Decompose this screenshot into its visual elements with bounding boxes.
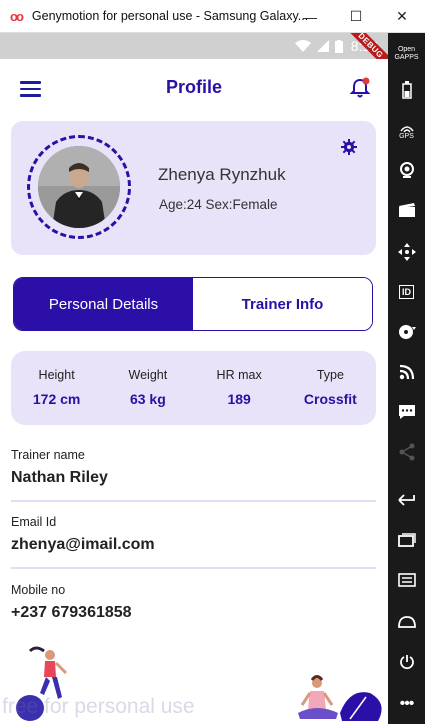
genymotion-logo-icon: oo bbox=[10, 8, 24, 24]
gps-widget-icon[interactable]: GPS bbox=[388, 119, 425, 143]
recent-apps-icon[interactable] bbox=[388, 529, 425, 551]
email-field: Email Id zhenya@imail.com bbox=[11, 515, 376, 554]
message-icon[interactable] bbox=[388, 401, 425, 423]
stat-height: Height 172 cm bbox=[11, 351, 102, 425]
yoga-woman-icon bbox=[298, 675, 382, 721]
stat-type: Type Crossfit bbox=[285, 351, 376, 425]
stats-card: Height 172 cm Weight 63 kg HR max 189 Ty… bbox=[11, 351, 376, 425]
tab-personal-details[interactable]: Personal Details bbox=[14, 278, 193, 330]
gps-label: GPS bbox=[399, 132, 414, 140]
open-gapps-button[interactable]: Open GAPPS bbox=[388, 43, 425, 65]
stat-value: 172 cm bbox=[32, 391, 81, 407]
menu-icon[interactable] bbox=[388, 569, 425, 591]
emulator-sidebar: Open GAPPS GPS ID ••• bbox=[388, 33, 425, 724]
close-button[interactable]: ✕ bbox=[379, 0, 425, 33]
settings-gear-icon[interactable] bbox=[341, 139, 357, 155]
avatar-ring bbox=[27, 135, 131, 239]
camera-widget-icon[interactable] bbox=[388, 159, 425, 181]
stat-label: Weight bbox=[128, 368, 168, 382]
profile-name: Zhenya Rynzhuk bbox=[158, 165, 286, 184]
person-photo-icon bbox=[38, 146, 120, 228]
network-rss-icon[interactable] bbox=[388, 361, 425, 383]
stat-label: Height bbox=[38, 368, 75, 382]
stat-label: Type bbox=[316, 368, 344, 382]
wifi-icon bbox=[294, 40, 311, 52]
stat-value: 63 kg bbox=[129, 391, 166, 407]
trainer-name-field: Trainer name Nathan Riley bbox=[11, 448, 376, 487]
move-dpad-icon[interactable] bbox=[388, 241, 425, 263]
stat-hr-max: HR max 189 bbox=[194, 351, 285, 425]
device-id-icon[interactable]: ID bbox=[388, 281, 425, 303]
stat-value: Crossfit bbox=[303, 391, 357, 407]
window-title: Genymotion for personal use - Samsung Ga… bbox=[31, 9, 309, 23]
divider bbox=[11, 567, 376, 569]
field-value: +237 679361858 bbox=[11, 604, 132, 621]
stat-weight: Weight 63 kg bbox=[102, 351, 193, 425]
disk-io-icon[interactable] bbox=[388, 321, 425, 343]
stat-label: HR max bbox=[216, 368, 262, 382]
minimize-button[interactable]: — bbox=[287, 0, 333, 33]
field-value: zhenya@imail.com bbox=[11, 536, 155, 553]
status-bar: 8:12 DEBUG bbox=[0, 33, 388, 78]
tab-trainer-info[interactable]: Trainer Info bbox=[193, 278, 372, 330]
back-icon[interactable] bbox=[388, 489, 425, 511]
stat-value: 189 bbox=[227, 391, 251, 407]
share-icon[interactable] bbox=[388, 441, 425, 463]
video-capture-icon[interactable] bbox=[388, 199, 425, 221]
field-label: Mobile no bbox=[11, 583, 66, 597]
page-title: Profile bbox=[165, 77, 222, 97]
notification-bell-icon[interactable] bbox=[349, 77, 371, 99]
profile-card: Zhenya Rynzhuk Age:24 Sex:Female bbox=[11, 121, 376, 255]
profile-age-sex: Age:24 Sex:Female bbox=[159, 197, 278, 212]
more-options-icon[interactable]: ••• bbox=[388, 693, 425, 715]
field-label: Trainer name bbox=[11, 448, 85, 462]
app-bar: Profile bbox=[0, 59, 388, 119]
signal-icon bbox=[316, 40, 329, 52]
maximize-button[interactable]: ☐ bbox=[333, 0, 379, 33]
field-label: Email Id bbox=[11, 515, 57, 529]
profile-tabs: Personal Details Trainer Info bbox=[13, 277, 373, 331]
device-screen: 8:12 DEBUG Profile bbox=[0, 33, 388, 724]
divider bbox=[11, 500, 376, 502]
field-value: Nathan Riley bbox=[11, 469, 108, 486]
watermark: free for personal use bbox=[2, 695, 195, 718]
power-icon[interactable] bbox=[388, 651, 425, 673]
battery-widget-icon[interactable] bbox=[388, 79, 425, 101]
id-label: ID bbox=[399, 285, 414, 299]
avatar bbox=[38, 146, 120, 228]
home-icon[interactable] bbox=[388, 611, 425, 633]
mobile-field: Mobile no +237 679361858 bbox=[11, 583, 376, 622]
battery-icon bbox=[334, 39, 343, 53]
window-title-bar: oo Genymotion for personal use - Samsung… bbox=[0, 0, 425, 33]
